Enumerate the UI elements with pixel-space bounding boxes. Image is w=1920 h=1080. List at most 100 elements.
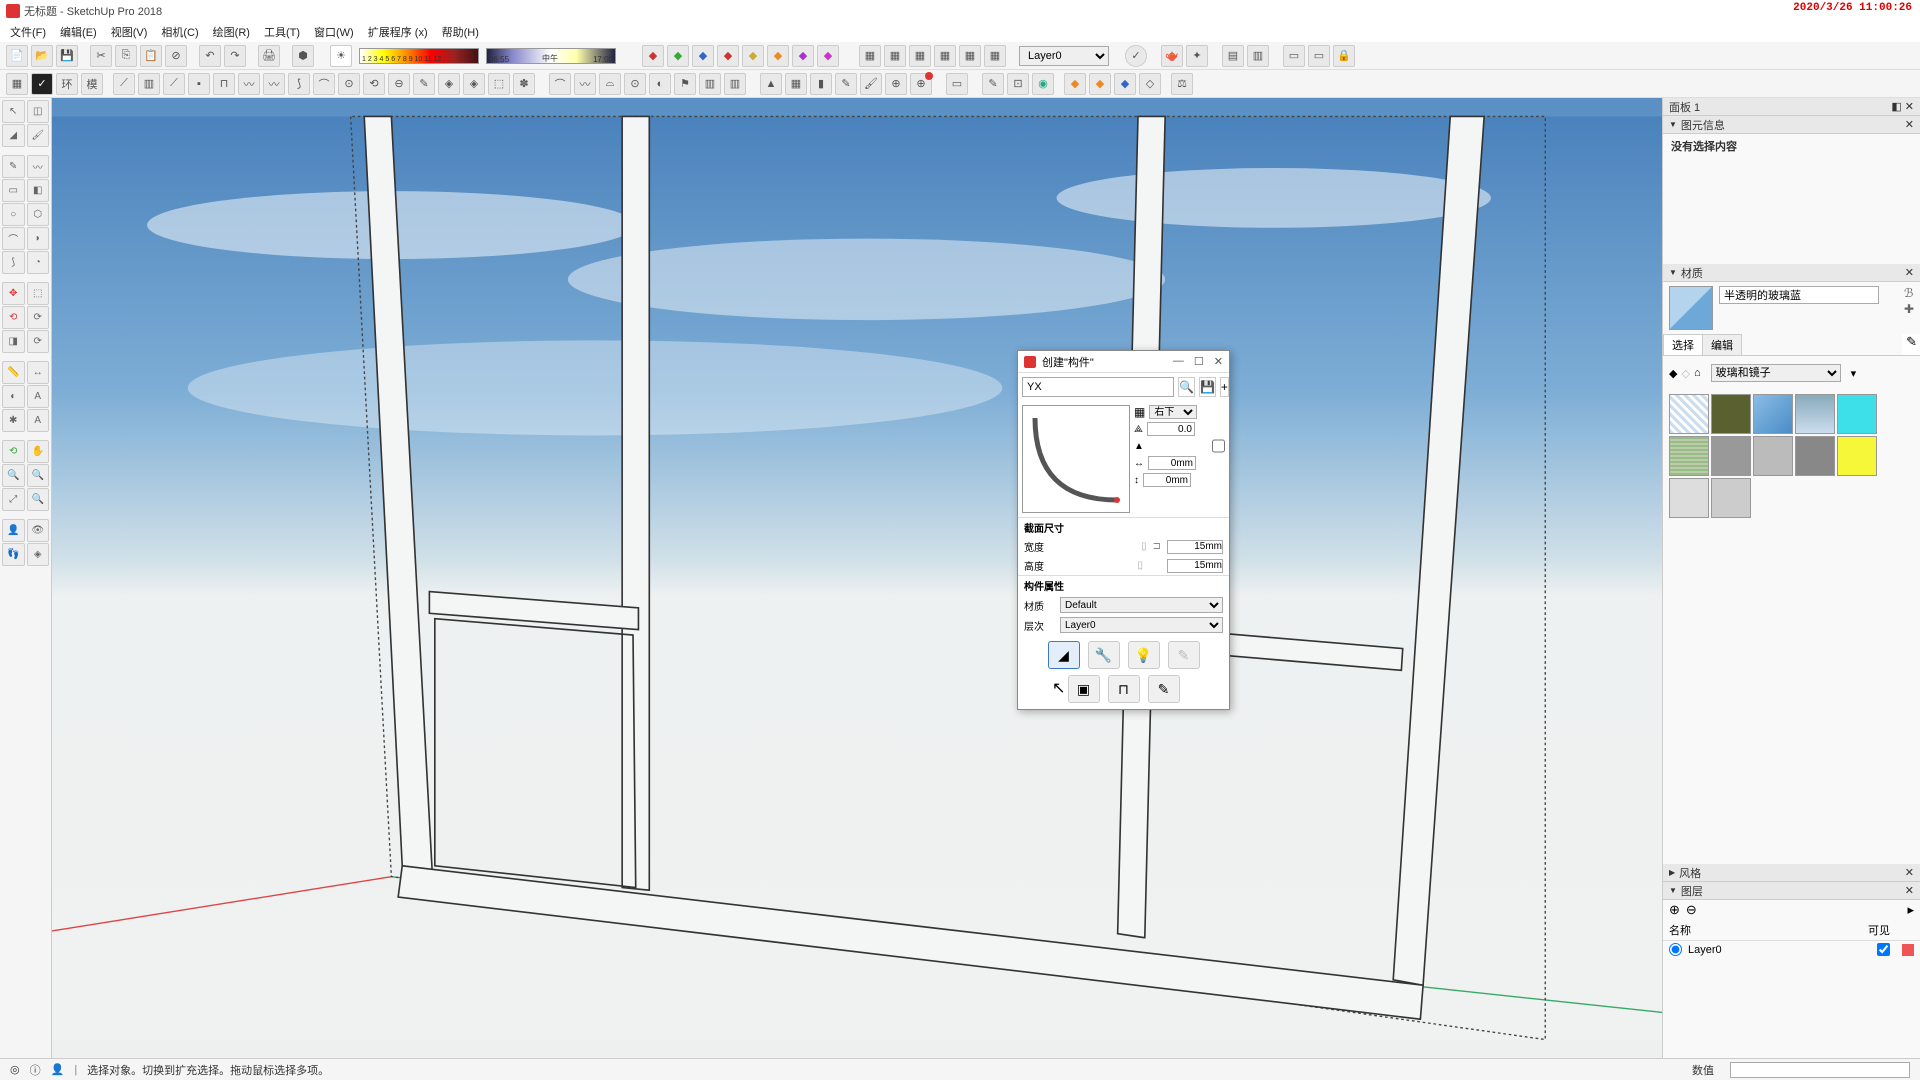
view1-icon[interactable]: ▭ (1283, 45, 1305, 67)
circle-icon[interactable]: ○ (2, 203, 25, 226)
menu-icon[interactable]: ▾ (1851, 367, 1857, 380)
mode4-button[interactable]: ✎ (1168, 641, 1200, 669)
select-icon[interactable]: ↖ (2, 100, 25, 123)
t2-11[interactable]: 〰 (263, 73, 285, 95)
mat-swatch[interactable] (1711, 436, 1751, 476)
layer-menu-icon[interactable]: ▸ (1907, 902, 1914, 918)
dropper-icon[interactable]: ✎ (1902, 334, 1920, 355)
lasso-icon[interactable]: ◫ (27, 100, 50, 123)
menu-help[interactable]: 帮助(H) (442, 24, 479, 40)
mat-swatch[interactable] (1753, 436, 1793, 476)
offx-input[interactable] (1148, 456, 1196, 470)
t2-6[interactable]: ▥ (138, 73, 160, 95)
height-input[interactable] (1167, 559, 1223, 573)
person-icon[interactable]: 👤 (51, 1063, 65, 1076)
create-icon[interactable]: ✚ (1904, 302, 1914, 316)
axis-green-icon[interactable]: ◆ (667, 45, 689, 67)
menu-draw[interactable]: 绘图(R) (213, 24, 250, 40)
open-icon[interactable]: 📂 (31, 45, 53, 67)
t2-42[interactable]: ◆ (1089, 73, 1111, 95)
t2-44[interactable]: ◇ (1139, 73, 1161, 95)
select-tab[interactable]: 选择 (1663, 334, 1703, 355)
t2-41[interactable]: ◆ (1064, 73, 1086, 95)
zoomwin-icon[interactable]: 🔍 (27, 464, 50, 487)
materials-header[interactable]: ▼材质✕ (1663, 264, 1920, 282)
menu-tools[interactable]: 工具(T) (264, 24, 300, 40)
comp2-icon[interactable]: ▦ (884, 45, 906, 67)
print-icon[interactable]: 🖨 (258, 45, 280, 67)
axis-o-icon[interactable]: ◆ (767, 45, 789, 67)
mat-swatch[interactable] (1837, 394, 1877, 434)
cut-icon[interactable]: ✂ (90, 45, 112, 67)
styles-header[interactable]: ▶风格✕ (1663, 864, 1920, 882)
walk-icon[interactable]: 👣 (2, 543, 25, 566)
orbit-icon[interactable]: ⟲ (2, 440, 25, 463)
t2-9[interactable]: ⊓ (213, 73, 235, 95)
check-icon[interactable]: ✓ (1125, 45, 1147, 67)
t2-34[interactable]: 🖌 (860, 73, 882, 95)
grid2-icon[interactable]: ▥ (1247, 45, 1269, 67)
t2-14[interactable]: ⊙ (338, 73, 360, 95)
layer-add-icon[interactable]: ⊕ (1669, 902, 1680, 918)
freehand-icon[interactable]: 〰 (27, 155, 50, 178)
t2-17[interactable]: ✎ (413, 73, 435, 95)
axis-red-icon[interactable]: ◆ (642, 45, 664, 67)
rect-icon[interactable]: ▭ (2, 179, 25, 202)
angle-input[interactable] (1147, 422, 1195, 436)
zoomprev-icon[interactable]: 🔍 (27, 488, 50, 511)
save-preset-icon[interactable]: 💾 (1199, 377, 1216, 397)
t2-39[interactable]: ⊡ (1007, 73, 1029, 95)
push-icon[interactable]: ⬚ (27, 282, 50, 305)
t2-31[interactable]: ▦ (785, 73, 807, 95)
edit-tab[interactable]: 编辑 (1702, 334, 1742, 355)
lock2-icon[interactable]: ▯ (1137, 560, 1143, 571)
look-icon[interactable]: 👁 (27, 519, 50, 542)
menu-camera[interactable]: 相机(C) (161, 24, 198, 40)
t2-12[interactable]: ⟆ (288, 73, 310, 95)
axis-p-icon[interactable]: ◆ (792, 45, 814, 67)
date-slider[interactable]: 1 2 3 4 5 6 7 8 9 10 11 12 (359, 48, 479, 64)
position-icon[interactable]: 👤 (2, 519, 25, 542)
lock-icon[interactable]: 🔒 (1333, 45, 1355, 67)
help-icon[interactable]: ◎ (10, 1063, 20, 1076)
t2-28[interactable]: ▥ (699, 73, 721, 95)
text-icon[interactable]: A (27, 385, 50, 408)
minimize-icon[interactable]: — (1173, 355, 1184, 368)
t2-33[interactable]: ✎ (835, 73, 857, 95)
shadow-icon[interactable]: ☀ (330, 45, 352, 67)
place-button[interactable]: ⊓ (1108, 675, 1140, 703)
new-icon[interactable]: 📄 (6, 45, 28, 67)
t2-5[interactable]: ⟋ (113, 73, 135, 95)
t2-16[interactable]: ⊖ (388, 73, 410, 95)
explode-icon[interactable]: ✦ (1186, 45, 1208, 67)
comp5-icon[interactable]: ▦ (959, 45, 981, 67)
close-icon[interactable]: ✕ (1214, 355, 1223, 368)
grid-icon[interactable]: ▦ (1134, 405, 1145, 419)
offy-input[interactable] (1143, 473, 1191, 487)
t2-22[interactable]: ⌒ (549, 73, 571, 95)
search-icon[interactable]: 🔍 (1178, 377, 1195, 397)
t2-20[interactable]: ⬚ (488, 73, 510, 95)
t2-8[interactable]: ▪ (188, 73, 210, 95)
t2-23[interactable]: 〰 (574, 73, 596, 95)
maximize-icon[interactable]: ☐ (1194, 355, 1204, 368)
layers-header[interactable]: ▼图层✕ (1663, 882, 1920, 900)
paste-icon[interactable]: 📋 (140, 45, 162, 67)
section-icon[interactable]: ◈ (27, 543, 50, 566)
mirror-check[interactable] (1212, 439, 1225, 453)
undo-icon[interactable]: ↶ (199, 45, 221, 67)
mat-swatch[interactable] (1669, 478, 1709, 518)
axis-y-icon[interactable]: ◆ (742, 45, 764, 67)
rotate-icon[interactable]: ⟲ (2, 306, 25, 329)
protractor-icon[interactable]: ◐ (2, 385, 25, 408)
axis-m-icon[interactable]: ◆ (817, 45, 839, 67)
follow-icon[interactable]: ⟳ (27, 306, 50, 329)
comp3-icon[interactable]: ▦ (909, 45, 931, 67)
mat-swatch[interactable] (1837, 436, 1877, 476)
axis-r2-icon[interactable]: ◆ (717, 45, 739, 67)
mat-swatch[interactable] (1711, 478, 1751, 518)
t2-2[interactable]: ✓ (31, 73, 53, 95)
viewport[interactable] (52, 98, 1662, 1058)
t2-30[interactable]: ▲ (760, 73, 782, 95)
menu-edit[interactable]: 编辑(E) (60, 24, 97, 40)
